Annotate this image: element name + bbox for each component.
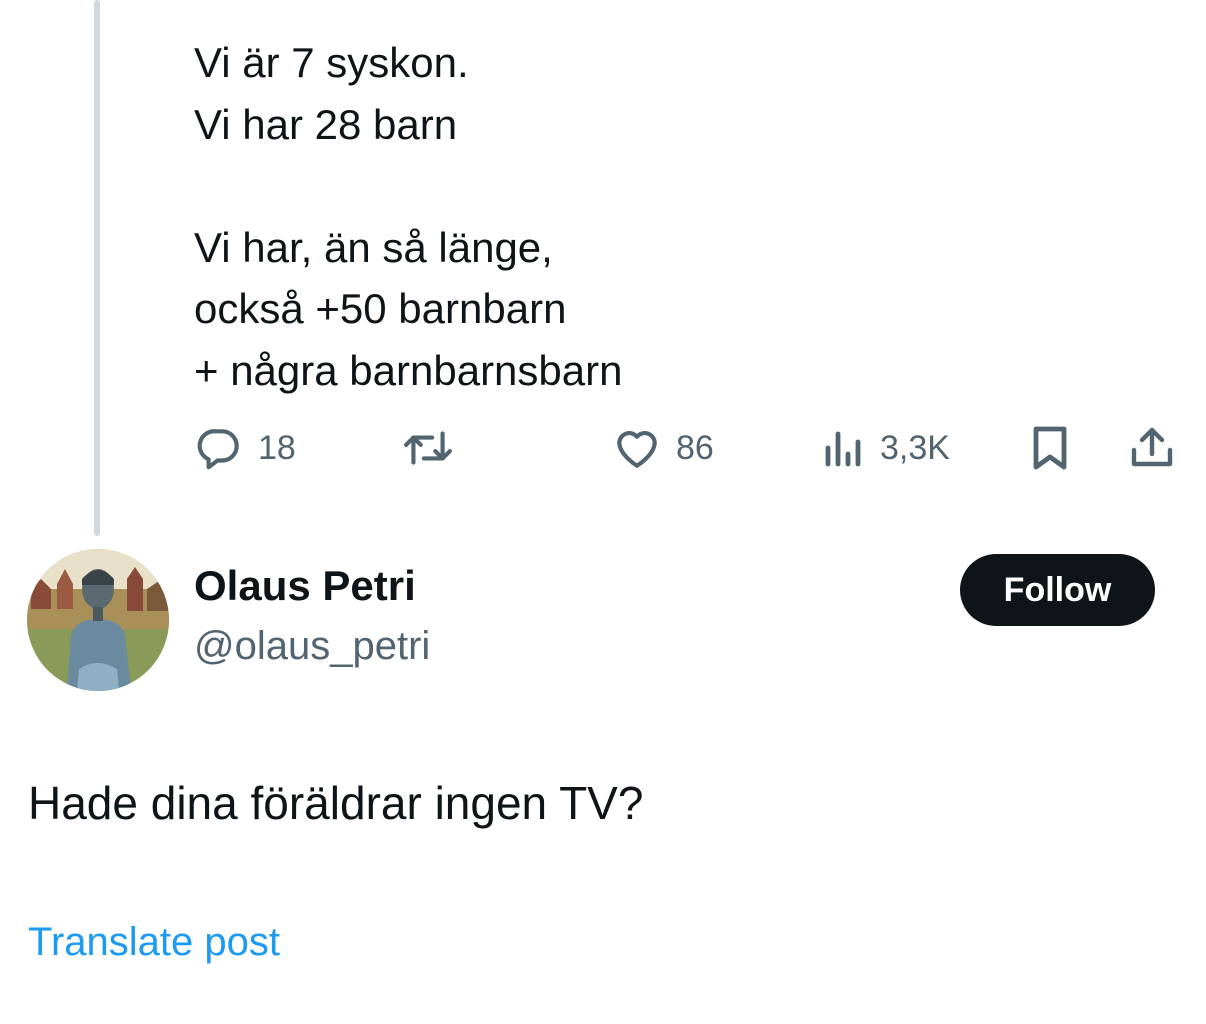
- views-button[interactable]: 3,3K: [822, 420, 950, 476]
- heart-icon: [612, 423, 662, 473]
- like-button[interactable]: 86: [612, 420, 714, 476]
- follow-button[interactable]: Follow: [960, 554, 1155, 626]
- author-avatar[interactable]: [27, 549, 169, 691]
- author-handle[interactable]: @olaus_petri: [194, 624, 430, 669]
- views-icon: [822, 423, 866, 473]
- translate-post-link[interactable]: Translate post: [28, 920, 280, 965]
- repost-icon: [400, 423, 456, 473]
- reply-post-text: Hade dina föräldrar ingen TV?: [28, 777, 644, 829]
- bookmark-icon: [1028, 423, 1072, 473]
- parent-post-text: Vi är 7 syskon. Vi har 28 barn Vi har, ä…: [194, 39, 623, 394]
- share-icon: [1128, 423, 1176, 473]
- views-count: 3,3K: [880, 428, 950, 467]
- share-button[interactable]: [1128, 420, 1176, 476]
- like-count: 86: [676, 428, 714, 467]
- repost-button[interactable]: [400, 420, 470, 476]
- post-action-bar: 18 86 3,3K: [0, 420, 1206, 476]
- bookmark-button[interactable]: [1028, 420, 1072, 476]
- reply-icon: [194, 423, 244, 473]
- reply-button[interactable]: 18: [194, 420, 296, 476]
- author-display-name[interactable]: Olaus Petri: [194, 562, 416, 610]
- reply-count: 18: [258, 428, 296, 467]
